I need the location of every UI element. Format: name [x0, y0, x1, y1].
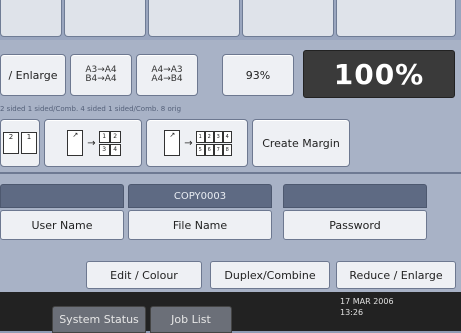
file-name-header: COPY0003 [128, 184, 272, 208]
percent-93-button[interactable]: 93% [222, 54, 294, 96]
tab-duplex-combine-label: Duplex/Combine [224, 268, 316, 282]
page-stack-icon: ↗ [164, 130, 181, 156]
page-icon: 8 [222, 143, 232, 156]
page-icon: 2 [3, 132, 19, 154]
instruction-text: 2 sided 1 sided/Comb. 4 sided 1 sided/Co… [0, 105, 182, 113]
page-icon: 5 [195, 143, 205, 156]
ratio-display: 100% [303, 50, 455, 98]
tab-edit-colour[interactable]: Edit / Colour [86, 261, 202, 289]
password-header [283, 184, 427, 208]
page-stack-icon: ↗ [67, 130, 84, 156]
user-name-button[interactable]: User Name [0, 210, 124, 240]
date-text: 17 MAR 2006 [340, 297, 394, 306]
enlarge-label: / Enlarge [8, 68, 58, 82]
preset-reduce-line2: B4→A4 [85, 74, 117, 84]
arrow-icon: → [87, 137, 96, 149]
file-name-button[interactable]: File Name [128, 210, 272, 240]
preset-enlarge-button[interactable]: A4→A3 A4→B4 [136, 54, 198, 96]
top-button-3[interactable] [148, 0, 240, 37]
page-icon: 1 [98, 130, 110, 143]
page-icon: 4 [222, 130, 232, 143]
combine-2-button[interactable]: ↗ → 1 2 3 4 [44, 119, 142, 167]
file-name-label: File Name [172, 218, 228, 232]
preset-reduce-button[interactable]: A3→A4 B4→A4 [70, 54, 132, 96]
page-icon: 3 [213, 130, 223, 143]
ratio-value: 100% [333, 57, 425, 91]
combine-4-button[interactable]: ↗ → 1 2 3 4 5 6 7 8 [146, 119, 248, 167]
file-name-value: COPY0003 [173, 190, 227, 202]
system-status-button[interactable]: System Status [52, 306, 146, 333]
top-button-5[interactable] [336, 0, 456, 37]
user-name-header [0, 184, 124, 208]
tab-reduce-enlarge-label: Reduce / Enlarge [349, 268, 443, 282]
page-icon: 6 [204, 143, 214, 156]
job-list-label: Job List [171, 313, 211, 326]
percent-93-label: 93% [245, 68, 271, 82]
user-name-label: User Name [31, 218, 93, 232]
combine-2-grid-icon: 1 2 3 4 [98, 130, 121, 156]
tab-duplex-combine[interactable]: Duplex/Combine [210, 261, 330, 289]
clock: 17 MAR 2006 13:26 [340, 296, 450, 330]
password-button[interactable]: Password [283, 210, 427, 240]
page-icon: 3 [98, 143, 110, 156]
page-icon: 1 [195, 130, 205, 143]
top-button-2[interactable] [64, 0, 146, 37]
page-icon: 1 [21, 132, 37, 154]
create-margin-label: Create Margin [262, 136, 340, 150]
top-button-1[interactable] [0, 0, 62, 37]
password-label: Password [329, 218, 381, 232]
page-icon: 2 [204, 130, 214, 143]
enlarge-button[interactable]: / Enlarge [0, 54, 66, 96]
combine-4-grid-icon: 1 2 3 4 5 6 7 8 [195, 130, 232, 156]
arrow-icon: → [184, 137, 193, 149]
section-divider [0, 172, 461, 174]
page-icon: 4 [109, 143, 121, 156]
system-status-label: System Status [59, 313, 139, 326]
top-button-4[interactable] [242, 0, 334, 37]
top-button-row [0, 0, 461, 40]
preset-enlarge-line2: A4→B4 [151, 74, 183, 84]
time-text: 13:26 [340, 308, 364, 317]
create-margin-button[interactable]: Create Margin [252, 119, 350, 167]
tab-edit-colour-label: Edit / Colour [110, 268, 178, 282]
page-icon: 2 [109, 130, 121, 143]
tab-reduce-enlarge[interactable]: Reduce / Enlarge [336, 261, 456, 289]
duplex-icon-button[interactable]: 2 1 [0, 119, 40, 167]
job-list-button[interactable]: Job List [150, 306, 232, 333]
page-icon: 7 [213, 143, 223, 156]
